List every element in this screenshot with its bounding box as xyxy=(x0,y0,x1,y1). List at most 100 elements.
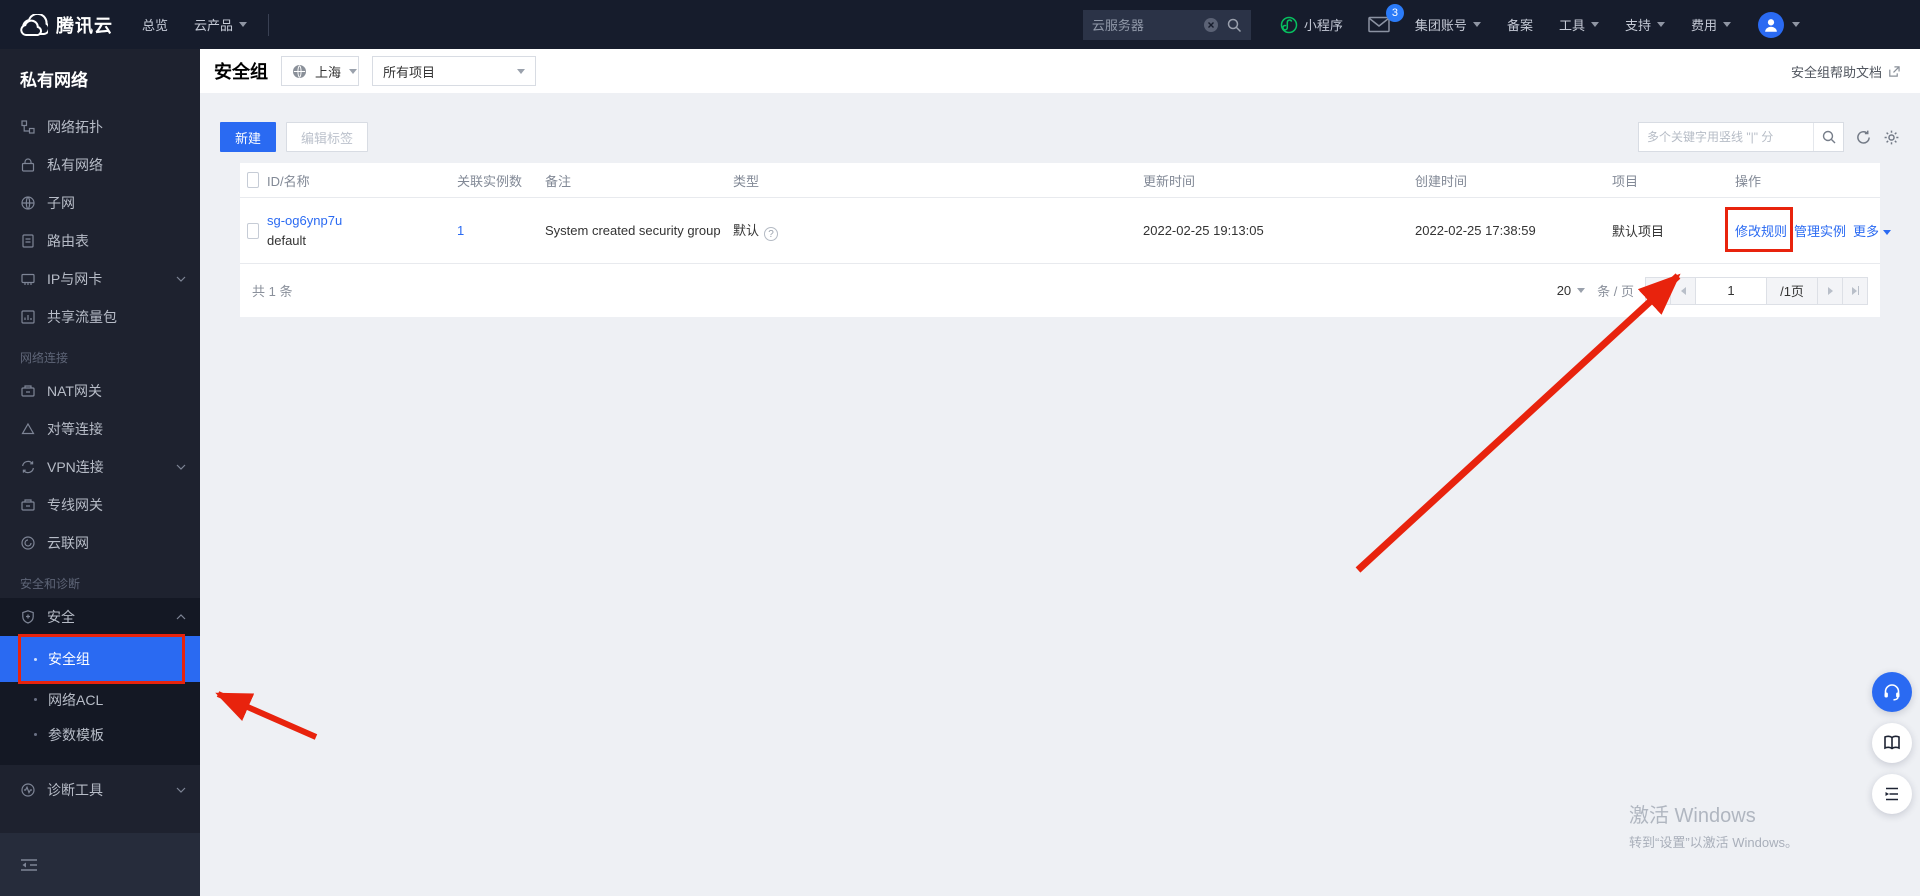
message-count-badge: 3 xyxy=(1385,4,1404,22)
nav-billing[interactable]: 费用 xyxy=(1678,0,1744,49)
question-circle-icon[interactable]: ? xyxy=(764,227,779,242)
headset-icon xyxy=(1881,681,1903,703)
chevron-down-icon xyxy=(349,68,358,74)
nav-beian[interactable]: 备案 xyxy=(1494,0,1546,49)
sidebar-item-vpn[interactable]: VPN连接 xyxy=(0,448,200,486)
topbar: 腾讯云 总览 云产品 小程序 3 集团账号 备案 工具 支持 费用 xyxy=(0,0,1920,49)
sidebar-security-group-expanded: 安全 安全组 网络ACL 参数模板 xyxy=(0,598,200,765)
toolbar: 新建 编辑标签 xyxy=(220,122,1900,152)
lock-icon xyxy=(20,157,36,173)
avatar[interactable] xyxy=(1758,11,1784,38)
nav-overview[interactable]: 总览 xyxy=(129,0,181,49)
triangle-icon xyxy=(20,421,36,437)
modify-rules-link[interactable]: 修改规则 xyxy=(1735,224,1787,239)
col-header-updated: 更新时间 xyxy=(1143,173,1196,189)
annotation-box-security-group xyxy=(18,634,185,684)
topbar-search[interactable] xyxy=(1082,9,1251,40)
support-fab-button[interactable] xyxy=(1872,672,1912,712)
topbar-search-input[interactable] xyxy=(1091,17,1196,32)
topology-icon xyxy=(20,119,36,135)
nav-messages[interactable]: 3 xyxy=(1356,0,1404,49)
gateway-icon xyxy=(20,497,36,513)
col-header-remark: 备注 xyxy=(545,173,572,189)
current-page-input[interactable] xyxy=(1695,276,1767,305)
manage-instances-link[interactable]: 管理实例 xyxy=(1794,221,1846,240)
sidebar-item-nat[interactable]: NAT网关 xyxy=(0,372,200,410)
sidebar-item-shared-bandwidth[interactable]: 共享流量包 xyxy=(0,298,200,336)
chart-icon xyxy=(20,309,36,325)
search-icon[interactable] xyxy=(1226,17,1242,33)
table-filter-input[interactable] xyxy=(1639,130,1813,144)
col-header-created: 创建时间 xyxy=(1415,173,1468,189)
nav-support[interactable]: 支持 xyxy=(1612,0,1678,49)
sidebar-title: 私有网络 xyxy=(20,71,88,90)
table-row: sg-og6ynp7u default 1 System created sec… xyxy=(240,198,1892,264)
next-page-icon[interactable] xyxy=(1817,276,1843,305)
main-content: 安全组 上海 所有项目 安全组帮助文档 新建 编辑标签 多个关键字用竖线 "|"… xyxy=(200,49,1920,896)
gateway-icon xyxy=(20,383,36,399)
vpn-icon xyxy=(20,459,36,475)
chevron-down-icon xyxy=(1656,22,1665,27)
search-icon[interactable] xyxy=(1813,123,1843,151)
collapse-sidebar-icon[interactable] xyxy=(20,858,38,872)
sidebar-nav: 网络拓扑 私有网络 子网 路由表 IP与网卡 共享流量包 网络连接 NAT网关 xyxy=(0,108,200,809)
more-dropdown[interactable]: 更多 xyxy=(1853,221,1892,240)
first-page-icon[interactable] xyxy=(1645,276,1671,305)
sidebar-item-vpc[interactable]: 私有网络 xyxy=(0,146,200,184)
mini-program-icon xyxy=(1280,16,1298,34)
bullet-icon xyxy=(34,733,37,736)
docs-fab-button[interactable] xyxy=(1872,723,1912,763)
gear-icon[interactable] xyxy=(1883,129,1900,146)
created-time-cell: 2022-02-25 17:38:59 xyxy=(1415,223,1536,238)
sidebar-item-subnet[interactable]: 子网 xyxy=(0,184,200,222)
refresh-icon[interactable] xyxy=(1855,129,1872,146)
sidebar-item-param-template[interactable]: 参数模板 xyxy=(0,717,200,752)
select-all-checkbox[interactable] xyxy=(247,172,259,188)
feedback-fab-button[interactable] xyxy=(1872,774,1912,814)
sidebar-item-peering[interactable]: 对等连接 xyxy=(0,410,200,448)
chevron-down-icon xyxy=(1577,288,1586,293)
col-header-project: 项目 xyxy=(1612,173,1639,189)
mail-icon xyxy=(1368,16,1390,33)
create-button[interactable]: 新建 xyxy=(220,122,277,152)
chevron-down-icon xyxy=(1723,22,1731,27)
shield-icon xyxy=(20,609,36,625)
region-selector[interactable]: 上海 xyxy=(281,56,359,86)
page-size-selector[interactable]: 20 xyxy=(1557,283,1586,298)
sidebar-item-ccn[interactable]: 云联网 xyxy=(0,524,200,562)
globe-icon xyxy=(20,195,36,211)
nav-mini-program[interactable]: 小程序 xyxy=(1267,0,1356,49)
sidebar-footer xyxy=(0,833,200,896)
sidebar-item-security-group[interactable]: 安全组 xyxy=(0,634,200,684)
nav-cloud-products[interactable]: 云产品 xyxy=(181,0,260,49)
chevron-down-icon xyxy=(1472,22,1481,27)
clear-icon[interactable] xyxy=(1203,17,1219,33)
nav-group-account[interactable]: 集团账号 xyxy=(1402,0,1494,49)
row-checkbox[interactable] xyxy=(247,222,259,239)
account-chevron-down-icon[interactable] xyxy=(1792,22,1800,27)
external-link-icon xyxy=(1887,65,1900,78)
chevron-down-icon xyxy=(239,22,248,27)
tencent-cloud-logo[interactable]: 腾讯云 xyxy=(18,12,113,38)
chevron-down-icon xyxy=(517,68,525,74)
sidebar-item-diagnostic-tools[interactable]: 诊断工具 xyxy=(0,771,200,809)
remark-cell: System created security group xyxy=(545,223,721,238)
sidebar-item-ip-nic[interactable]: IP与网卡 xyxy=(0,260,200,298)
edit-tags-button[interactable]: 编辑标签 xyxy=(286,122,369,152)
sidebar-item-network-acl[interactable]: 网络ACL xyxy=(0,682,200,717)
sidebar-item-direct-connect[interactable]: 专线网关 xyxy=(0,486,200,524)
help-doc-link[interactable]: 安全组帮助文档 xyxy=(1791,62,1900,81)
sidebar-item-topology[interactable]: 网络拓扑 xyxy=(0,108,200,146)
last-page-icon[interactable] xyxy=(1842,276,1868,305)
chevron-up-icon xyxy=(176,614,186,620)
security-group-id-link[interactable]: sg-og6ynp7u xyxy=(267,213,342,228)
nav-tools[interactable]: 工具 xyxy=(1546,0,1612,49)
instance-count-link[interactable]: 1 xyxy=(457,223,464,238)
sidebar-item-security[interactable]: 安全 xyxy=(0,598,200,636)
total-count: 共 1 条 xyxy=(252,284,293,299)
type-cell: 默认 xyxy=(733,222,760,238)
sidebar-item-route-table[interactable]: 路由表 xyxy=(0,222,200,260)
project-filter-selector[interactable]: 所有项目 xyxy=(372,56,536,86)
prev-page-icon[interactable] xyxy=(1670,276,1696,305)
security-group-name: default xyxy=(267,232,307,248)
